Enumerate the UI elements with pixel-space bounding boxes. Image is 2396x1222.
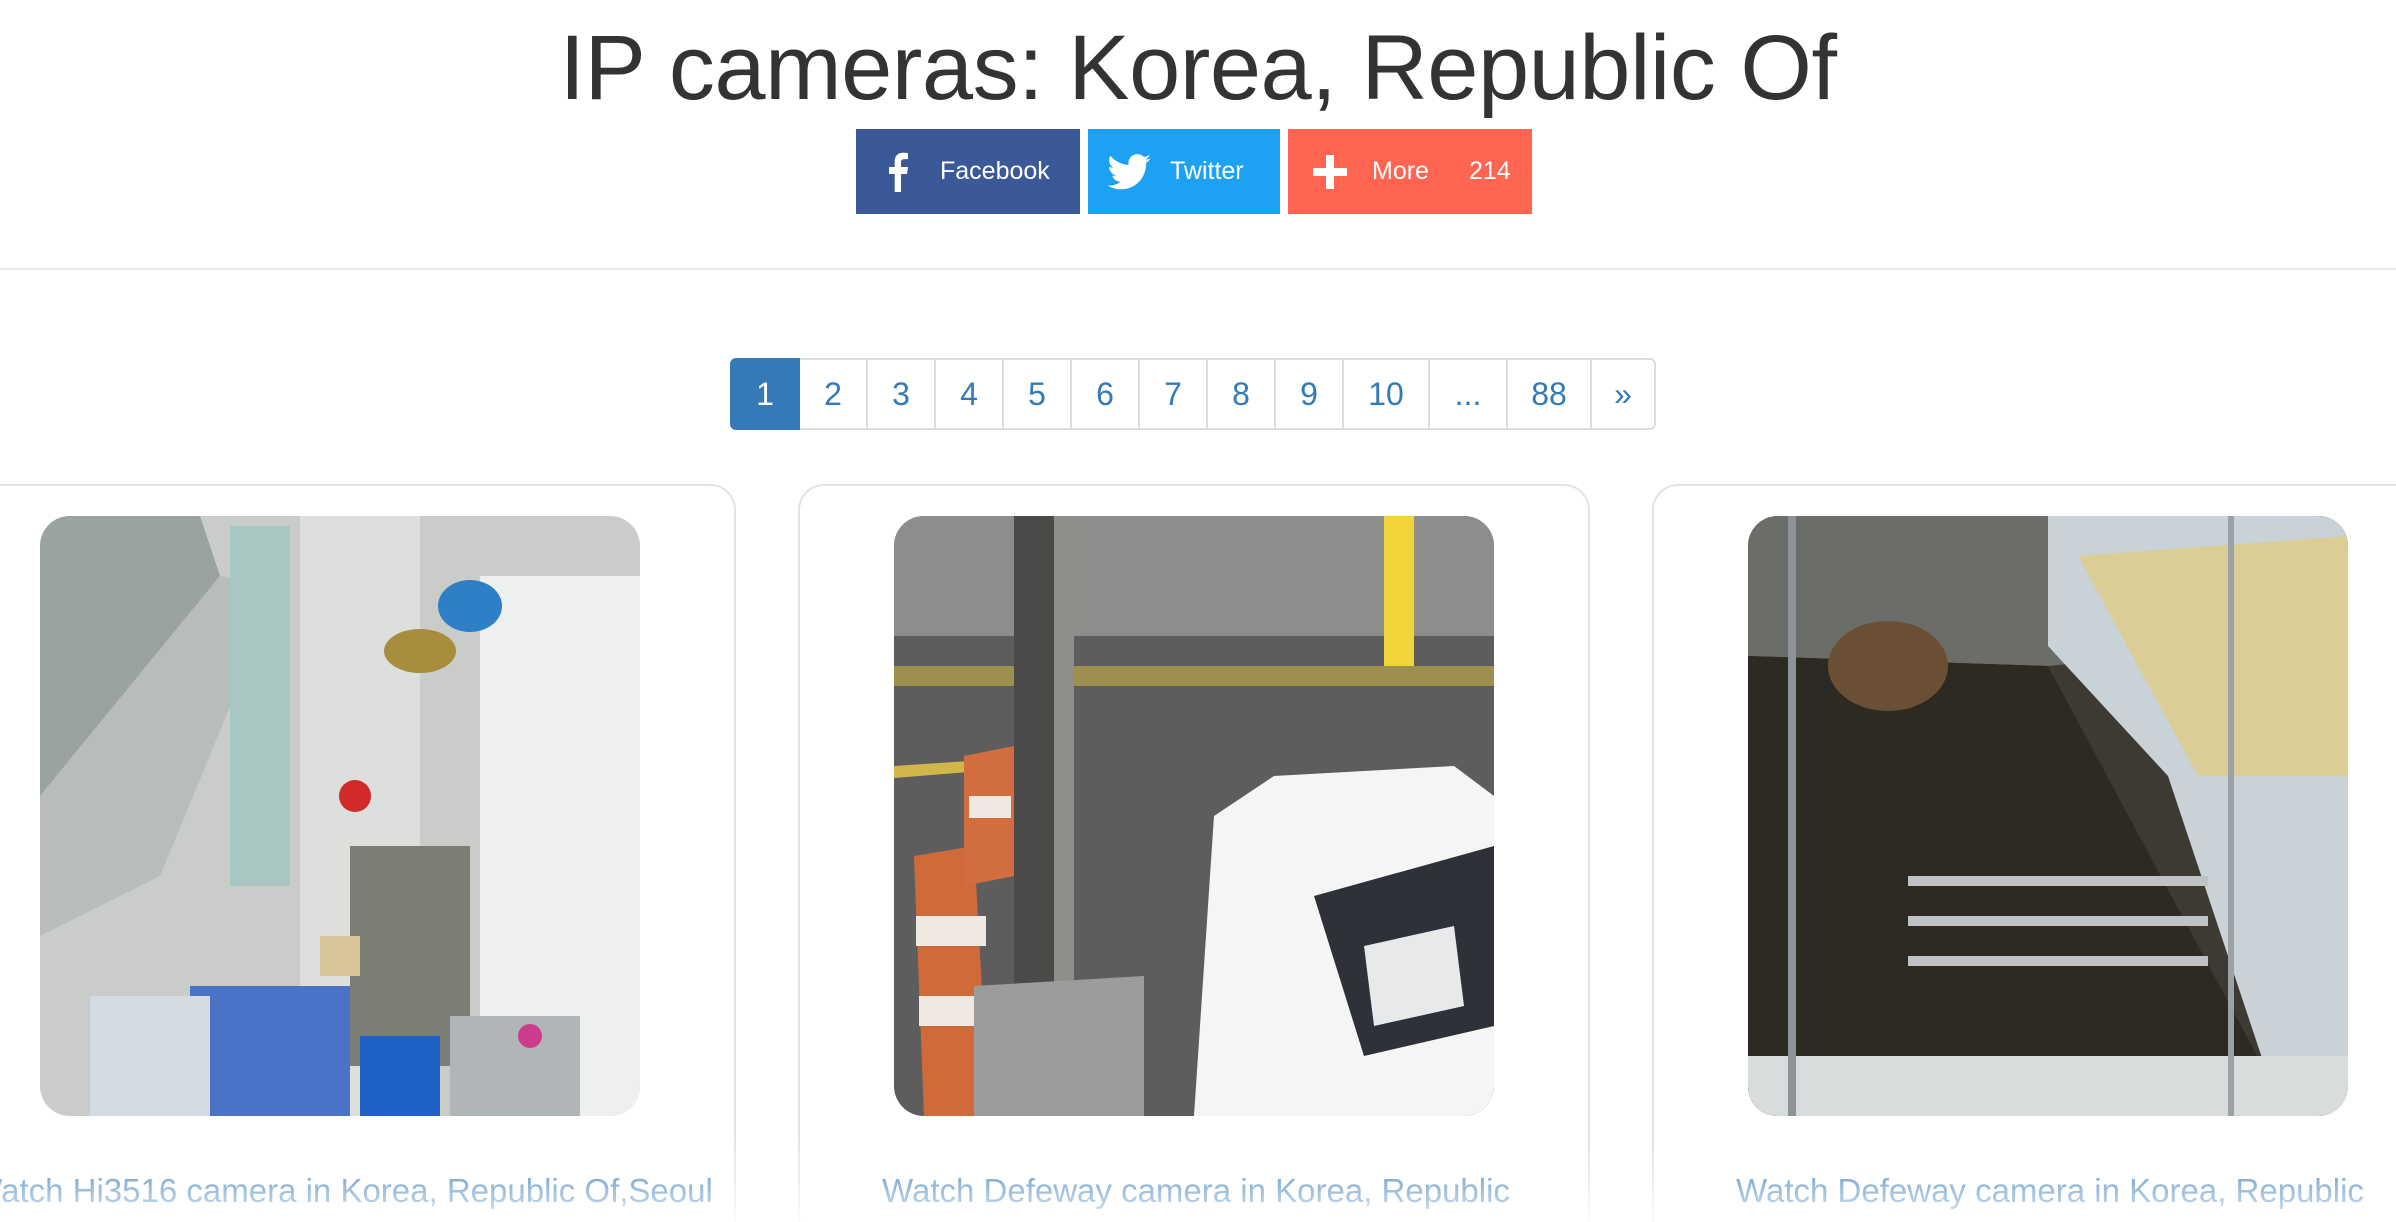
page-link-9[interactable]: 9 <box>1274 358 1344 430</box>
camera-thumbnail-kitchen[interactable] <box>40 516 640 1116</box>
camera-card: Watch Hi3516 camera in Korea, Republic O… <box>0 484 736 1222</box>
page-link-8[interactable]: 8 <box>1206 358 1276 430</box>
page-link-88[interactable]: 88 <box>1506 358 1592 430</box>
twitter-share-button[interactable]: Twitter <box>1088 129 1280 214</box>
camera-thumbnail-street[interactable] <box>894 516 1494 1116</box>
more-share-button[interactable]: More 214 <box>1288 129 1532 214</box>
pagination: 1 2 3 4 5 6 7 8 9 10 ... 88 » <box>730 358 1656 430</box>
page-link-5[interactable]: 5 <box>1002 358 1072 430</box>
page-link-7[interactable]: 7 <box>1138 358 1208 430</box>
share-count: 214 <box>1468 157 1511 185</box>
facebook-share-button[interactable]: Facebook <box>856 129 1080 214</box>
twitter-icon <box>1088 153 1170 190</box>
facebook-label: Facebook <box>940 157 1050 185</box>
page-link-10[interactable]: 10 <box>1342 358 1430 430</box>
page-link-4[interactable]: 4 <box>934 358 1004 430</box>
camera-card: Watch Defeway camera in Korea, Republic <box>1652 484 2396 1222</box>
page: IP cameras: Korea, Republic Of Facebook … <box>0 0 2396 1222</box>
page-link-2[interactable]: 2 <box>798 358 868 430</box>
page-link-6[interactable]: 6 <box>1070 358 1140 430</box>
page-link-1[interactable]: 1 <box>730 358 800 430</box>
header-divider <box>0 268 2396 270</box>
camera-link[interactable]: Watch Defeway camera in Korea, Republic <box>1454 1172 2396 1210</box>
page-ellipsis: ... <box>1428 358 1508 430</box>
camera-card: Watch Defeway camera in Korea, Republic <box>798 484 1590 1222</box>
camera-thumbnail-barn[interactable] <box>1748 516 2348 1116</box>
twitter-label: Twitter <box>1170 157 1244 185</box>
plus-icon <box>1288 154 1372 189</box>
page-title: IP cameras: Korea, Republic Of <box>559 17 1838 119</box>
facebook-icon <box>856 152 940 192</box>
next-page-link[interactable]: » <box>1590 358 1656 430</box>
more-label: More <box>1372 157 1429 185</box>
page-link-3[interactable]: 3 <box>866 358 936 430</box>
